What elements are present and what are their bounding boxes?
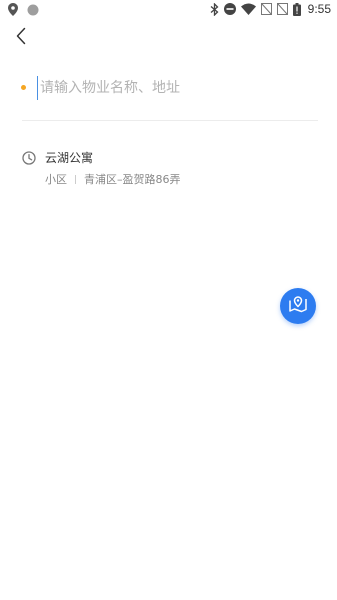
- status-bar-right: 9:55: [210, 2, 331, 16]
- battery-icon: [292, 2, 301, 16]
- clock-icon: [22, 150, 36, 165]
- back-button[interactable]: [10, 24, 34, 48]
- chevron-left-icon: [10, 27, 34, 52]
- history-list-item[interactable]: 云湖公寓 小区 青浦区–盈贺路86弄: [20, 146, 320, 190]
- circle-notification-icon: [27, 4, 39, 16]
- history-item-title: 云湖公寓: [45, 151, 94, 165]
- status-bar-left: [8, 3, 39, 16]
- no-sim-icon: [276, 3, 288, 15]
- wifi-icon: [240, 3, 256, 15]
- no-sim-icon: [260, 3, 272, 15]
- history-item-subtitle: 小区 青浦区–盈贺路86弄: [45, 171, 181, 187]
- required-dot-indicator: [21, 85, 26, 90]
- history-item-address: 青浦区–盈贺路86弄: [84, 173, 181, 186]
- do-not-disturb-icon: [223, 3, 236, 15]
- status-time: 9:55: [307, 2, 331, 16]
- status-bar: 9:55: [0, 0, 337, 22]
- history-item-type: 小区: [45, 173, 67, 186]
- search-input[interactable]: [37, 76, 315, 100]
- separator: [75, 174, 76, 184]
- map-location-icon: [288, 294, 308, 318]
- bluetooth-icon: [210, 2, 219, 16]
- map-locate-button[interactable]: [280, 288, 316, 324]
- divider: [22, 120, 318, 121]
- search-bar: [18, 74, 318, 102]
- location-pin-icon: [8, 3, 18, 16]
